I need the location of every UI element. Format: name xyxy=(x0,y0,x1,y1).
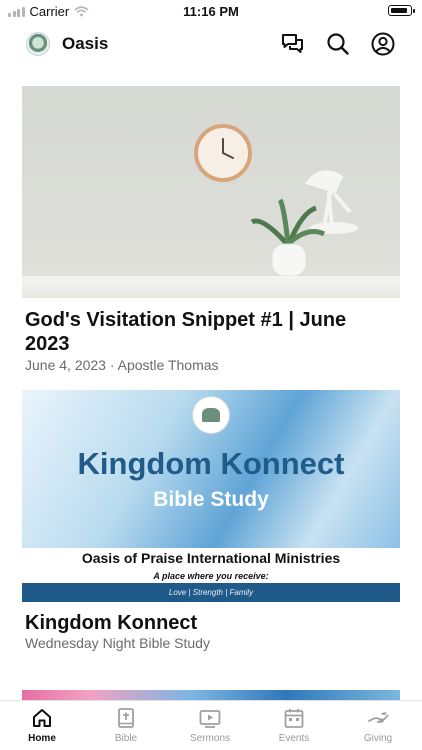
tab-label: Events xyxy=(278,733,310,744)
tab-home[interactable]: Home xyxy=(0,707,84,744)
post-subtitle: June 4, 2023 · Apostle Thomas xyxy=(25,357,219,373)
chat-bubbles-icon[interactable] xyxy=(280,31,306,57)
user-account-icon[interactable] xyxy=(370,31,396,57)
table-surface xyxy=(22,276,400,298)
status-bar: Carrier 11:16 PM xyxy=(0,0,422,24)
status-time: 11:16 PM xyxy=(183,4,239,19)
tab-label: Bible xyxy=(114,733,138,744)
flyer-organization: Oasis of Praise International Ministries xyxy=(81,550,341,566)
app-title: Oasis xyxy=(62,34,109,53)
feed-card-kingdom-konnect[interactable]: Kingdom Konnect Bible Study Oasis of Pra… xyxy=(22,390,400,655)
bottom-tab-bar: Home Bible Sermons Events Giving xyxy=(0,700,422,750)
tab-sermons[interactable]: Sermons xyxy=(168,707,252,744)
battery-icon xyxy=(388,5,415,16)
church-seal-logo[interactable] xyxy=(26,32,50,56)
tab-label: Home xyxy=(28,733,56,744)
app-header: Oasis xyxy=(0,26,422,62)
post-subtitle: Wednesday Night Bible Study xyxy=(25,635,210,651)
bible-icon xyxy=(118,708,134,728)
giving-hand-icon xyxy=(368,712,389,723)
calendar-icon xyxy=(284,709,304,728)
lamp-and-plant-graphic xyxy=(250,169,358,277)
feed-card-visitation[interactable]: God's Visitation Snippet #1 | June 2023 … xyxy=(22,86,400,376)
tab-events[interactable]: Events xyxy=(252,707,336,744)
tab-giving[interactable]: Giving xyxy=(336,707,420,744)
flyer-tagline: A place where you receive: xyxy=(153,571,269,581)
church-seal-icon xyxy=(192,396,230,434)
video-play-icon xyxy=(199,710,221,728)
home-icon xyxy=(33,709,51,727)
tab-bible[interactable]: Bible xyxy=(84,707,168,744)
flyer-heading: Kingdom Konnect xyxy=(77,446,345,481)
post-title[interactable]: Kingdom Konnect xyxy=(25,611,395,635)
clock-lamp-plant-photo[interactable] xyxy=(22,86,400,298)
kingdom-konnect-flyer[interactable]: Kingdom Konnect Bible Study Oasis of Pra… xyxy=(22,390,400,602)
post-title[interactable]: God's Visitation Snippet #1 | June 2023 xyxy=(25,308,395,356)
tab-label: Sermons xyxy=(189,733,230,744)
flyer-subheading: Bible Study xyxy=(153,488,269,511)
flyer-strip: Love | Strength | Family xyxy=(22,583,400,602)
search-icon[interactable] xyxy=(325,31,351,57)
battery-level xyxy=(390,7,407,13)
tab-label: Giving xyxy=(363,733,393,744)
